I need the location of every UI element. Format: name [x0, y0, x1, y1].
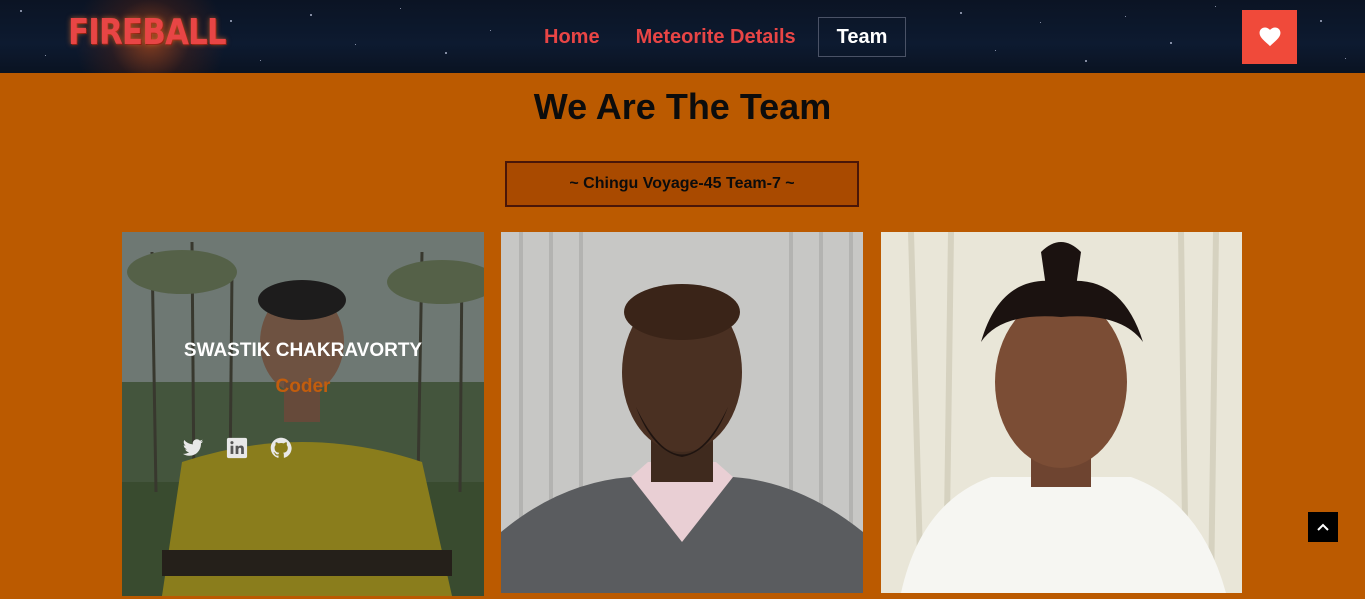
member-socials	[182, 437, 292, 459]
page-title: We Are The Team	[533, 86, 832, 127]
linkedin-icon[interactable]	[226, 437, 248, 459]
team-member-card[interactable]	[881, 232, 1242, 593]
fireball-logo[interactable]: FIREBALL	[68, 12, 227, 53]
member-role: Coder	[275, 376, 331, 397]
nav-meteorite-details[interactable]: Meteorite Details	[622, 17, 810, 57]
nav-team[interactable]: Team	[817, 17, 907, 57]
main-nav: Home Meteorite Details Team	[530, 17, 907, 57]
navbar: FIREBALL Home Meteorite Details Team	[0, 0, 1365, 73]
card-overlay	[122, 232, 484, 596]
nav-home[interactable]: Home	[530, 17, 614, 57]
heart-icon	[1259, 27, 1280, 47]
favorites-button[interactable]	[1242, 10, 1297, 64]
team-banner: ~ Chingu Voyage-45 Team-7 ~	[505, 161, 859, 207]
member-photo	[501, 232, 863, 593]
team-member-card[interactable]	[501, 232, 863, 593]
chevron-up-icon	[1317, 523, 1329, 531]
member-name: SWASTIK CHAKRAVORTY	[183, 340, 423, 361]
github-icon[interactable]	[270, 437, 292, 459]
scroll-top-button[interactable]	[1308, 512, 1338, 542]
member-photo	[881, 232, 1242, 593]
twitter-icon[interactable]	[182, 437, 204, 459]
team-member-card[interactable]: SWASTIK CHAKRAVORTY Coder	[122, 232, 484, 596]
